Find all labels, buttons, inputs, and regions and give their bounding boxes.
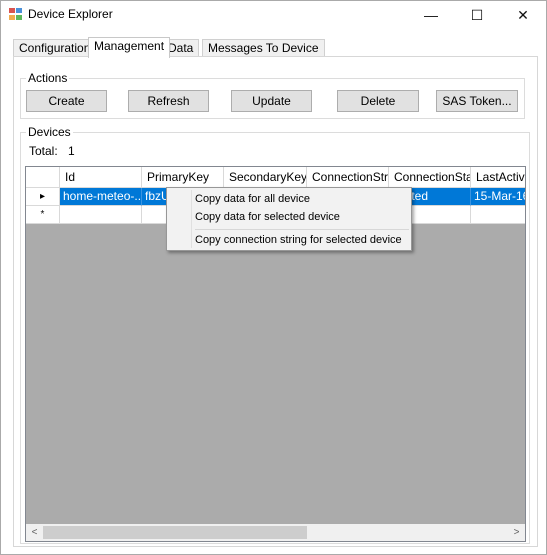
column-header-lastactivity[interactable]: LastActivi (471, 167, 525, 188)
new-row-icon: * (40, 209, 45, 220)
grid-header: Id PrimaryKey SecondaryKey ConnectionStr… (26, 167, 525, 188)
minimize-button[interactable]: — (408, 1, 454, 29)
tab-messages-to-device[interactable]: Messages To Device (202, 39, 325, 57)
device-explorer-window: Device Explorer — ☐ ✕ Configuration Mana… (0, 0, 547, 555)
close-icon: ✕ (517, 6, 529, 23)
sas-token-button[interactable]: SAS Token... (436, 90, 518, 112)
row-header-new[interactable]: * (26, 206, 60, 224)
minimize-icon: — (424, 7, 438, 23)
menu-item-copy-all-devices[interactable]: Copy data for all device (195, 190, 310, 208)
row-indicator-icon: ▸ (39, 191, 46, 202)
delete-button[interactable]: Delete (337, 90, 419, 112)
menu-item-copy-selected-device[interactable]: Copy data for selected device (195, 208, 340, 226)
total-label: Total: (29, 144, 58, 158)
cell-device-id[interactable]: home-meteo-... (60, 188, 142, 206)
menu-item-copy-connection-string[interactable]: Copy connection string for selected devi… (195, 231, 402, 249)
tab-management[interactable]: Management (88, 37, 171, 58)
grid-corner-header (26, 167, 60, 188)
new-row-cell[interactable] (60, 206, 142, 224)
maximize-icon: ☐ (470, 6, 484, 23)
refresh-button[interactable]: Refresh (128, 90, 209, 112)
tab-configuration[interactable]: Configuration (13, 39, 97, 57)
column-header-primarykey[interactable]: PrimaryKey (142, 167, 224, 188)
menu-gutter (191, 190, 192, 248)
update-button[interactable]: Update (231, 90, 312, 112)
scroll-right-icon[interactable]: > (508, 524, 525, 541)
cell-last-activity[interactable]: 15-Mar-16 (471, 188, 525, 206)
menu-separator (195, 229, 409, 230)
new-row-cell[interactable] (471, 206, 525, 224)
total-value: 1 (68, 144, 75, 158)
column-header-id[interactable]: Id (60, 167, 142, 188)
maximize-button[interactable]: ☐ (454, 1, 500, 29)
horizontal-scrollbar[interactable]: < > (26, 524, 525, 541)
close-button[interactable]: ✕ (500, 1, 546, 29)
actions-group: Actions Create Refresh Update Delete SAS… (20, 71, 525, 119)
column-header-connectionstate[interactable]: ConnectionStat (389, 167, 471, 188)
scroll-left-icon[interactable]: < (26, 524, 43, 541)
actions-legend: Actions (26, 71, 70, 85)
scrollbar-thumb[interactable] (43, 526, 307, 539)
row-header-selected[interactable]: ▸ (26, 188, 60, 206)
window-title: Device Explorer (28, 7, 113, 21)
create-button[interactable]: Create (26, 90, 107, 112)
app-icon (9, 8, 22, 20)
devices-legend: Devices (26, 125, 73, 139)
column-header-connectionstring[interactable]: ConnectionStrin (307, 167, 389, 188)
context-menu: Copy data for all device Copy data for s… (166, 187, 412, 251)
title-bar: Device Explorer — ☐ ✕ (1, 1, 546, 29)
column-header-secondarykey[interactable]: SecondaryKey (224, 167, 307, 188)
